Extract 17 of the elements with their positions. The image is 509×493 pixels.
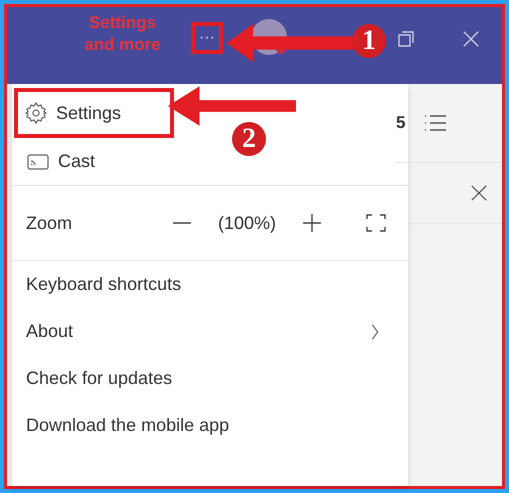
zoom-in-icon[interactable] [302,213,322,233]
fullscreen-icon[interactable] [366,213,386,233]
menu-label: Zoom [26,212,72,234]
chevron-icon [370,322,380,340]
list-icon[interactable] [423,113,448,133]
close-icon[interactable] [470,184,488,202]
gear-icon [24,101,48,125]
count-label: 5 [396,113,406,133]
menu-item[interactable]: Settings [14,88,174,138]
menu-item[interactable]: Check for updates [12,355,408,402]
more-button[interactable]: ··· [191,22,223,54]
menu-item[interactable]: About [12,308,408,355]
annotation-text: Settings and more [83,12,162,56]
menu-item[interactable]: Keyboard shortcuts [12,261,408,308]
zoom-value: (100%) [218,212,276,234]
restore-icon[interactable] [396,29,416,49]
menu-item[interactable]: Download the mobile app [12,402,408,449]
